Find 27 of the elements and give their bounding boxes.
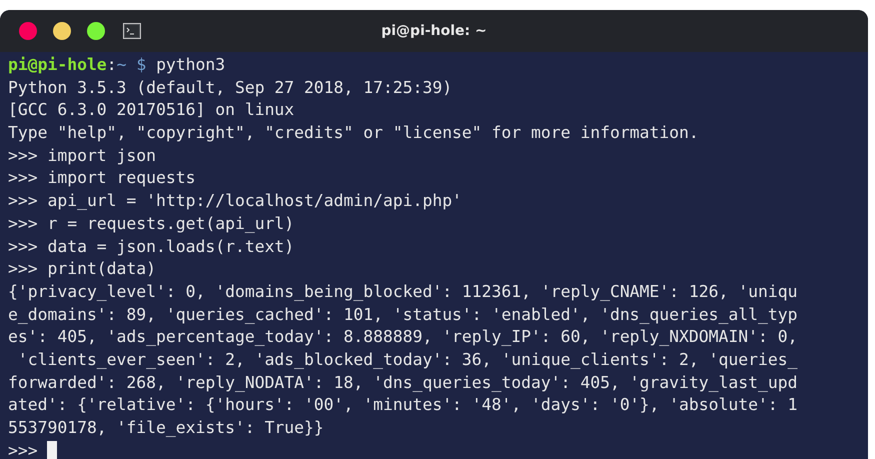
window-title: pi@pi-hole: ~ [381,23,487,39]
output-line: [GCC 6.3.0 20170516] on linux [8,100,294,120]
maximize-button[interactable] [87,22,105,40]
output-line: >>> data = json.loads(r.text) [8,236,294,256]
prompt-symbol: $ [136,55,146,74]
output-line: e_domains': 89, 'queries_cached': 101, 'status': 'enabled', 'dns_queries_all_typ [8,304,798,324]
output-line: 'clients_ever_seen': 2, 'ads_blocked_today': 36, 'unique_clients': 2, 'queries_ [16,350,798,369]
output-line: >>> r = requests.get(api_url) [8,214,294,233]
output-line: Python 3.5.3 (default, Sep 27 2018, 17:25:39) [8,78,452,97]
output-line: {'privacy_level': 0, 'domains_being_blocked': 112361, 'reply_CNAME': 126, 'uniqu [8,282,798,301]
output-line: ated': {'relative': {'hours': '00', 'minutes': '48', 'days': '0'}, 'absolute': 1 [8,395,798,414]
output-line: Type "help", "copyright", "credits" or "license" for more information. [8,123,699,142]
minimize-button[interactable] [53,22,71,40]
output-line: >>> print(data) [8,259,156,278]
output-line: >>> import requests [8,168,196,188]
command-text: python3 [156,55,226,74]
output-line: es': 405, 'ads_percentage_today': 8.888889, 'reply_IP': 60, 'reply_NXDOMAIN': 0, [8,327,798,346]
output-line: 553790178, 'file_exists': True}} [8,418,324,437]
output-line: forwarded': 268, 'reply_NODATA': 18, 'dns_queries_today': 405, 'gravity_last_upd [8,372,798,392]
terminal-icon [123,23,141,39]
prompt-path: ~ [116,55,126,74]
output-line: >>> import json [8,146,156,165]
close-button[interactable] [19,22,37,40]
output-line: >>> api_url = 'http://localhost/admin/api.php' [8,191,462,210]
prompt-separator: : [106,55,117,74]
prompt-user-host: pi@pi-hole [8,55,107,74]
repl-prompt: >>> [8,440,38,459]
